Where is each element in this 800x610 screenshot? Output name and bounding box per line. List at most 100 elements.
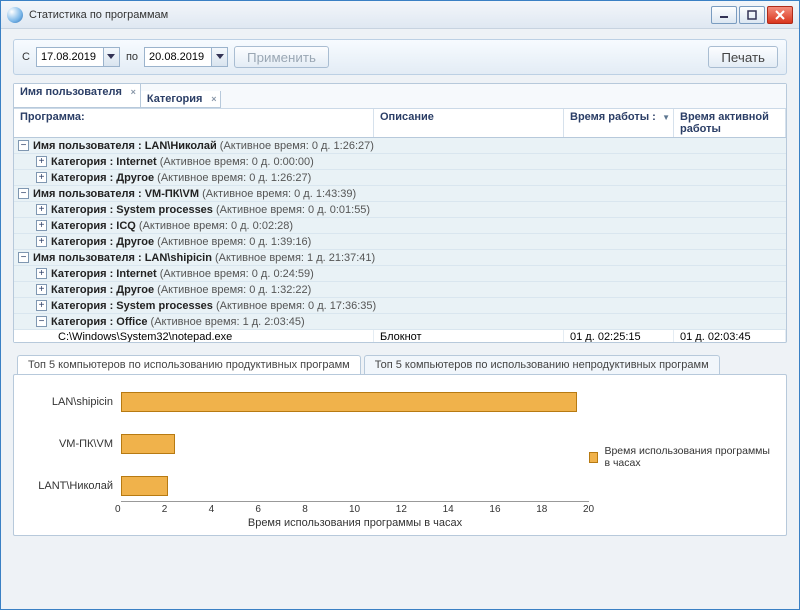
chart-tabs: Топ 5 компьютеров по использованию проду… [13,351,787,374]
expand-icon[interactable]: + [36,156,47,167]
collapse-icon[interactable]: − [36,316,47,327]
date-from-input[interactable] [37,51,103,63]
collapse-icon[interactable]: − [18,252,29,263]
tree-row-label: Категория : Другое (Активное время: 0 д.… [51,284,311,296]
chart-area: LAN\shipicin VM-ПК\VM LANT\Николай 0246810… [26,385,589,529]
collapse-icon[interactable]: − [18,188,29,199]
col-active-time[interactable]: Время активной работы [674,109,786,137]
sort-desc-icon: ▼ [662,113,670,122]
bar-row: LANT\Николай [26,475,589,497]
date-to-dropdown-icon[interactable] [211,48,227,66]
bar [121,434,175,454]
date-to-input[interactable] [145,51,211,63]
print-button[interactable]: Печать [708,46,778,68]
bar-track [121,433,589,455]
col-work-label: Время работы : [570,111,656,123]
tree-row-label: Категория : Office (Активное время: 1 д.… [51,316,305,328]
app-icon [7,7,23,23]
expand-icon[interactable]: + [36,172,47,183]
tree-row[interactable]: + Категория : Другое (Активное время: 0 д… [14,282,786,298]
maximize-button[interactable] [739,6,765,24]
window-title: Статистика по программам [29,9,711,21]
tree-row[interactable]: −Имя пользователя : LAN\shipicin (Активн… [14,250,786,266]
bar-y-label: VM-ПК\VM [26,438,121,450]
chart-legend: Время использования программы в часах [589,385,774,529]
tree-row[interactable]: −Категория : Office (Активное время: 1 д… [14,314,786,330]
tree-row[interactable]: + Категория : Internet (Активное время: 0… [14,154,786,170]
group-by-row: Имя пользователя × Категория × [14,84,786,109]
chart-panel: LAN\shipicin VM-ПК\VM LANT\Николай 0246810… [13,374,787,536]
group-tag-category-remove-icon[interactable]: × [211,94,216,104]
tree-row[interactable]: + Категория : Другое (Активное время: 0 д… [14,234,786,250]
bar [121,476,168,496]
date-to-label: по [126,51,138,63]
table-row[interactable]: C:\Windows\System32\notepad.exeБлокнот01… [14,330,786,342]
filter-toolbar: С по Применить Печать [13,39,787,75]
expand-icon[interactable]: + [36,204,47,215]
date-from-label: С [22,51,30,63]
col-work-time[interactable]: Время работы : ▼ [564,109,674,137]
minimize-button[interactable] [711,6,737,24]
tab-unproductive[interactable]: Топ 5 компьютеров по использованию непро… [364,355,720,374]
tree-row[interactable]: + Категория : System processes (Активное … [14,298,786,314]
bar-row: LAN\shipicin [26,391,589,413]
tree-row-label: Категория : Другое (Активное время: 0 д.… [51,172,311,184]
group-tag-user[interactable]: Имя пользователя × [14,84,141,108]
tree-row[interactable]: + Категория : System processes (Активное … [14,202,786,218]
tree-row-label: Категория : System processes (Активное в… [51,300,376,312]
expand-icon[interactable]: + [36,284,47,295]
column-headers: Программа: Описание Время работы : ▼ Врем… [14,109,786,138]
collapse-icon[interactable]: − [18,140,29,151]
chart-bars: LAN\shipicin VM-ПК\VM LANT\Николай [26,385,589,501]
bar-y-label: LAN\shipicin [26,396,121,408]
tree-row[interactable]: + Категория : ICQ (Активное время: 0 д. 0… [14,218,786,234]
tree-row-label: Категория : ICQ (Активное время: 0 д. 0:… [51,220,293,232]
tree-row[interactable]: + Категория : Internet (Активное время: 0… [14,266,786,282]
bar [121,392,577,412]
cell-program: C:\Windows\System32\notepad.exe [14,330,374,342]
cell-desc: Блокнот [374,330,564,342]
tree-row-label: Категория : Internet (Активное время: 0 … [51,268,314,280]
tree-row-label: Имя пользователя : LAN\shipicin (Активно… [33,252,375,264]
tree-row-label: Категория : System processes (Активное в… [51,204,370,216]
window-buttons [711,6,793,24]
tree-row-label: Имя пользователя : LAN\Николай (Активное… [33,140,374,152]
tree-row-label: Категория : Internet (Активное время: 0 … [51,156,314,168]
apply-button[interactable]: Применить [234,46,329,68]
date-from-dropdown-icon[interactable] [103,48,119,66]
tree-row[interactable]: + Категория : Другое (Активное время: 0 д… [14,170,786,186]
bar-row: VM-ПК\VM [26,433,589,455]
expand-icon[interactable]: + [36,236,47,247]
group-tag-category[interactable]: Категория × [141,91,222,108]
legend-swatch-icon [589,452,598,463]
tab-productive[interactable]: Топ 5 компьютеров по использованию проду… [17,355,361,374]
bar-y-label: LANT\Николай [26,480,121,492]
col-desc[interactable]: Описание [374,109,564,137]
cell-active: 01 д. 02:03:45 [674,330,786,342]
app-window: Статистика по программам С по Применить … [0,0,800,610]
tree-row[interactable]: −Имя пользователя : VM-ПК\VM (Активное в… [14,186,786,202]
grid-rows[interactable]: −Имя пользователя : LAN\Николай (Активно… [14,138,786,342]
bar-track [121,475,589,497]
group-tag-user-label: Имя пользователя [20,86,122,98]
close-button[interactable] [767,6,793,24]
tree-row-label: Категория : Другое (Активное время: 0 д.… [51,236,311,248]
col-program[interactable]: Программа: [14,109,374,137]
tree-row[interactable]: −Имя пользователя : LAN\Николай (Активно… [14,138,786,154]
group-tag-user-remove-icon[interactable]: × [131,87,136,97]
chart-x-label: Время использования программы в часах [121,515,589,529]
titlebar: Статистика по программам [1,1,799,29]
date-to-field[interactable] [144,47,228,67]
date-from-field[interactable] [36,47,120,67]
group-tag-category-label: Категория [147,93,203,105]
expand-icon[interactable]: + [36,220,47,231]
expand-icon[interactable]: + [36,300,47,311]
chart-x-axis: 02468101214161820 [121,501,589,515]
cell-work: 01 д. 02:25:15 [564,330,674,342]
grid-panel: Имя пользователя × Категория × Программа: … [13,83,787,343]
expand-icon[interactable]: + [36,268,47,279]
tree-row-label: Имя пользователя : VM-ПК\VM (Активное вр… [33,188,356,200]
legend-label: Время использования программы в часах [604,445,774,469]
chart-tabs-and-panel: Топ 5 компьютеров по использованию проду… [13,351,787,536]
client-area: С по Применить Печать Имя пользователя × … [1,29,799,609]
